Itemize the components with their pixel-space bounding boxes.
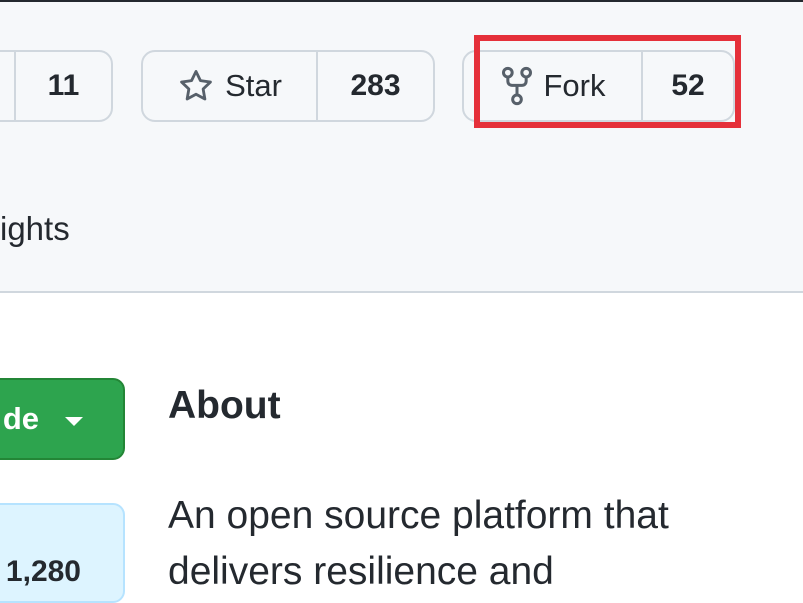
watch-button-group: 11: [0, 50, 113, 122]
fork-label: Fork: [543, 68, 606, 103]
commits-box[interactable]: 1,280: [0, 503, 125, 603]
star-button-group: Star 283: [141, 50, 435, 122]
watch-button[interactable]: [0, 52, 14, 120]
repo-forked-icon: [500, 66, 534, 106]
fork-count[interactable]: 52: [641, 52, 733, 120]
fork-button[interactable]: Fork: [464, 52, 641, 120]
commits-count: 1,280: [5, 555, 81, 588]
repo-header: 11 Star 283 Fork 52 ights: [0, 2, 803, 293]
fork-button-group: Fork 52: [462, 50, 735, 122]
about-description: An open source platform that delivers re…: [168, 494, 669, 593]
about-heading: About: [168, 384, 281, 427]
watch-count[interactable]: 11: [14, 52, 111, 120]
star-icon: [177, 67, 215, 105]
star-count[interactable]: 283: [316, 52, 433, 120]
star-button[interactable]: Star: [143, 52, 316, 120]
chevron-down-icon: [65, 417, 83, 426]
tab-insights[interactable]: ights: [0, 210, 70, 248]
star-label: Star: [225, 68, 282, 103]
code-button[interactable]: de: [0, 378, 125, 460]
code-button-label: de: [2, 401, 39, 436]
